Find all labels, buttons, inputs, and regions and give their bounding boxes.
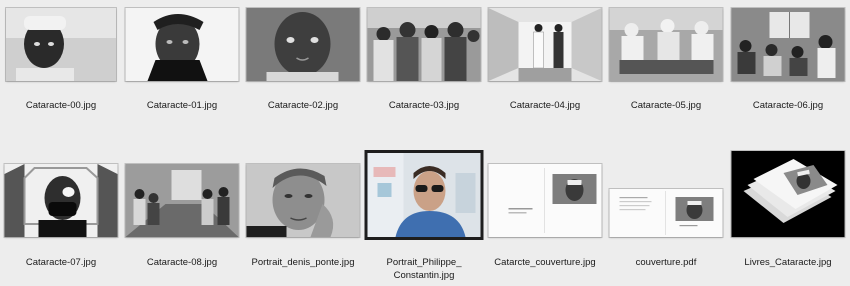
file-name: Livres_Cataracte.jpg xyxy=(744,257,832,268)
bw-photo-woman-headwrap-icon xyxy=(125,8,239,81)
file-name: Cataracte-02.jpg xyxy=(267,100,339,111)
file-name: Cataracte-03.jpg xyxy=(388,100,460,111)
file-name: Portrait_denis_ponte.jpg xyxy=(251,257,355,268)
pdf-cover-spread-icon xyxy=(609,189,723,237)
bw-photo-waiting-room-icon xyxy=(731,8,845,81)
file-name: Cataracte-04.jpg xyxy=(509,100,581,111)
bw-photo-hallway-people-icon xyxy=(488,8,602,81)
bw-photo-corridor-patients-icon xyxy=(125,164,239,237)
file-name: couverture.pdf xyxy=(635,257,697,268)
file-name: Catarcte_couverture.jpg xyxy=(494,257,596,268)
bw-photo-man-eye-patch-icon xyxy=(4,164,118,237)
file-name: Cataracte-01.jpg xyxy=(146,100,218,111)
file-name: Cataracte-00.jpg xyxy=(25,100,97,111)
bw-photo-man-portrait-icon xyxy=(246,164,360,237)
stacked-books-photo-icon xyxy=(731,151,845,237)
file-name: Cataracte-05.jpg xyxy=(630,100,702,111)
bw-photo-surgery-room-icon xyxy=(609,8,723,81)
bw-photo-crowd-icon xyxy=(367,8,481,81)
color-photo-man-sunglasses-icon xyxy=(367,153,481,237)
file-name: Cataracte-07.jpg xyxy=(25,257,97,268)
book-spread-cover-icon xyxy=(488,164,602,237)
file-name: Cataracte-06.jpg xyxy=(752,100,824,111)
bw-photo-child-portrait-icon xyxy=(6,8,116,81)
file-name: Portrait_Philippe_ Constantin.jpg xyxy=(386,257,462,281)
bw-photo-girl-portrait-icon xyxy=(246,8,360,81)
file-name: Cataracte-08.jpg xyxy=(146,257,218,268)
